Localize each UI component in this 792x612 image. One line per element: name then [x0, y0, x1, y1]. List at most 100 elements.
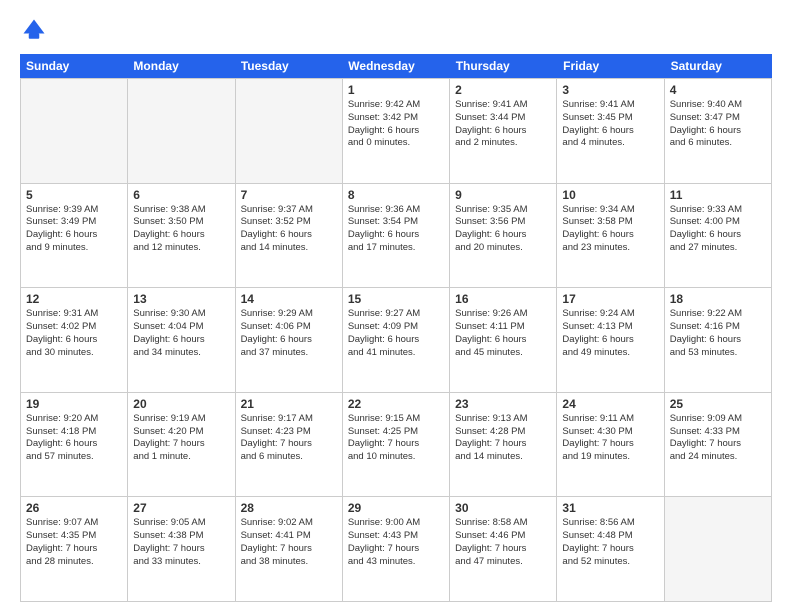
calendar-cell: 31 Sunrise: 8:56 AM Sunset: 4:48 PM Dayli…: [557, 497, 664, 601]
day-number: 30: [455, 501, 551, 515]
calendar-cell: 5Sunrise: 9:39 AM Sunset: 3:49 PM Daylig…: [21, 184, 128, 288]
calendar-row: 19 Sunrise: 9:20 AM Sunset: 4:18 PM Dayli…: [20, 392, 772, 497]
day-number: 20: [133, 397, 229, 411]
calendar-cell: 18 Sunrise: 9:22 AM Sunset: 4:16 PM Dayli…: [665, 288, 772, 392]
calendar-body: 1Sunrise: 9:42 AM Sunset: 3:42 PM Daylig…: [20, 78, 772, 602]
calendar-cell: 16 Sunrise: 9:26 AM Sunset: 4:11 PM Dayli…: [450, 288, 557, 392]
day-info: Sunrise: 9:15 AM Sunset: 4:25 PM Dayligh…: [348, 413, 444, 464]
calendar-row: 12 Sunrise: 9:31 AM Sunset: 4:02 PM Dayli…: [20, 287, 772, 392]
calendar-cell: [665, 497, 772, 601]
calendar-cell: 21 Sunrise: 9:17 AM Sunset: 4:23 PM Dayli…: [236, 393, 343, 497]
day-info: Sunrise: 9:02 AM Sunset: 4:41 PM Dayligh…: [241, 517, 337, 568]
day-number: 26: [26, 501, 122, 515]
day-number: 11: [670, 188, 766, 202]
day-number: 13: [133, 292, 229, 306]
calendar-header: SundayMondayTuesdayWednesdayThursdayFrid…: [20, 54, 772, 78]
day-info: Sunrise: 9:41 AM Sunset: 3:44 PM Dayligh…: [455, 99, 551, 150]
day-number: 23: [455, 397, 551, 411]
calendar-cell: [128, 79, 235, 183]
calendar-cell: 2 Sunrise: 9:41 AM Sunset: 3:44 PM Daylig…: [450, 79, 557, 183]
day-number: 29: [348, 501, 444, 515]
weekday-header: Thursday: [450, 54, 557, 78]
page: SundayMondayTuesdayWednesdayThursdayFrid…: [0, 0, 792, 612]
day-number: 18: [670, 292, 766, 306]
day-info: Sunrise: 9:22 AM Sunset: 4:16 PM Dayligh…: [670, 308, 766, 359]
day-number: 31: [562, 501, 658, 515]
calendar-row: 26 Sunrise: 9:07 AM Sunset: 4:35 PM Dayli…: [20, 496, 772, 602]
calendar-cell: 27Sunrise: 9:05 AM Sunset: 4:38 PM Dayli…: [128, 497, 235, 601]
weekday-header: Sunday: [20, 54, 127, 78]
calendar-cell: 14 Sunrise: 9:29 AM Sunset: 4:06 PM Dayli…: [236, 288, 343, 392]
header: [20, 16, 772, 44]
calendar-cell: 29 Sunrise: 9:00 AM Sunset: 4:43 PM Dayli…: [343, 497, 450, 601]
day-number: 21: [241, 397, 337, 411]
weekday-header: Tuesday: [235, 54, 342, 78]
day-info: Sunrise: 8:56 AM Sunset: 4:48 PM Dayligh…: [562, 517, 658, 568]
calendar-cell: 20 Sunrise: 9:19 AM Sunset: 4:20 PM Dayli…: [128, 393, 235, 497]
day-number: 19: [26, 397, 122, 411]
day-number: 16: [455, 292, 551, 306]
day-number: 6: [133, 188, 229, 202]
day-info: Sunrise: 9:00 AM Sunset: 4:43 PM Dayligh…: [348, 517, 444, 568]
calendar-cell: 11 Sunrise: 9:33 AM Sunset: 4:00 PM Dayli…: [665, 184, 772, 288]
weekday-header: Friday: [557, 54, 664, 78]
day-number: 3: [562, 83, 658, 97]
day-info: Sunrise: 9:40 AM Sunset: 3:47 PM Dayligh…: [670, 99, 766, 150]
calendar-row: 5Sunrise: 9:39 AM Sunset: 3:49 PM Daylig…: [20, 183, 772, 288]
day-number: 14: [241, 292, 337, 306]
day-info: Sunrise: 9:36 AM Sunset: 3:54 PM Dayligh…: [348, 204, 444, 255]
day-info: Sunrise: 9:33 AM Sunset: 4:00 PM Dayligh…: [670, 204, 766, 255]
day-info: Sunrise: 9:30 AM Sunset: 4:04 PM Dayligh…: [133, 308, 229, 359]
day-number: 7: [241, 188, 337, 202]
day-info: Sunrise: 9:29 AM Sunset: 4:06 PM Dayligh…: [241, 308, 337, 359]
calendar-cell: 4 Sunrise: 9:40 AM Sunset: 3:47 PM Daylig…: [665, 79, 772, 183]
calendar-cell: 7 Sunrise: 9:37 AM Sunset: 3:52 PM Daylig…: [236, 184, 343, 288]
logo-icon: [20, 16, 48, 44]
calendar-cell: 17Sunrise: 9:24 AM Sunset: 4:13 PM Dayli…: [557, 288, 664, 392]
calendar-cell: 8 Sunrise: 9:36 AM Sunset: 3:54 PM Daylig…: [343, 184, 450, 288]
calendar-cell: 25Sunrise: 9:09 AM Sunset: 4:33 PM Dayli…: [665, 393, 772, 497]
day-info: Sunrise: 9:31 AM Sunset: 4:02 PM Dayligh…: [26, 308, 122, 359]
day-info: Sunrise: 9:19 AM Sunset: 4:20 PM Dayligh…: [133, 413, 229, 464]
calendar-cell: 26 Sunrise: 9:07 AM Sunset: 4:35 PM Dayli…: [21, 497, 128, 601]
day-number: 8: [348, 188, 444, 202]
day-info: Sunrise: 8:58 AM Sunset: 4:46 PM Dayligh…: [455, 517, 551, 568]
day-info: Sunrise: 9:24 AM Sunset: 4:13 PM Dayligh…: [562, 308, 658, 359]
day-number: 12: [26, 292, 122, 306]
day-info: Sunrise: 9:11 AM Sunset: 4:30 PM Dayligh…: [562, 413, 658, 464]
day-info: Sunrise: 9:20 AM Sunset: 4:18 PM Dayligh…: [26, 413, 122, 464]
day-info: Sunrise: 9:07 AM Sunset: 4:35 PM Dayligh…: [26, 517, 122, 568]
calendar-cell: 23 Sunrise: 9:13 AM Sunset: 4:28 PM Dayli…: [450, 393, 557, 497]
day-number: 10: [562, 188, 658, 202]
day-number: 27: [133, 501, 229, 515]
calendar-cell: 1Sunrise: 9:42 AM Sunset: 3:42 PM Daylig…: [343, 79, 450, 183]
day-number: 22: [348, 397, 444, 411]
day-number: 4: [670, 83, 766, 97]
calendar-row: 1Sunrise: 9:42 AM Sunset: 3:42 PM Daylig…: [20, 78, 772, 183]
calendar-cell: 12 Sunrise: 9:31 AM Sunset: 4:02 PM Dayli…: [21, 288, 128, 392]
calendar-cell: 13 Sunrise: 9:30 AM Sunset: 4:04 PM Dayli…: [128, 288, 235, 392]
day-info: Sunrise: 9:41 AM Sunset: 3:45 PM Dayligh…: [562, 99, 658, 150]
day-info: Sunrise: 9:39 AM Sunset: 3:49 PM Dayligh…: [26, 204, 122, 255]
day-info: Sunrise: 9:17 AM Sunset: 4:23 PM Dayligh…: [241, 413, 337, 464]
day-number: 9: [455, 188, 551, 202]
day-number: 24: [562, 397, 658, 411]
calendar: SundayMondayTuesdayWednesdayThursdayFrid…: [20, 54, 772, 602]
calendar-cell: 3 Sunrise: 9:41 AM Sunset: 3:45 PM Daylig…: [557, 79, 664, 183]
day-info: Sunrise: 9:13 AM Sunset: 4:28 PM Dayligh…: [455, 413, 551, 464]
calendar-cell: 30 Sunrise: 8:58 AM Sunset: 4:46 PM Dayli…: [450, 497, 557, 601]
calendar-cell: 6Sunrise: 9:38 AM Sunset: 3:50 PM Daylig…: [128, 184, 235, 288]
day-number: 2: [455, 83, 551, 97]
day-number: 1: [348, 83, 444, 97]
day-info: Sunrise: 9:27 AM Sunset: 4:09 PM Dayligh…: [348, 308, 444, 359]
day-info: Sunrise: 9:37 AM Sunset: 3:52 PM Dayligh…: [241, 204, 337, 255]
calendar-cell: [21, 79, 128, 183]
calendar-cell: 15Sunrise: 9:27 AM Sunset: 4:09 PM Dayli…: [343, 288, 450, 392]
calendar-cell: 9Sunrise: 9:35 AM Sunset: 3:56 PM Daylig…: [450, 184, 557, 288]
calendar-cell: 10 Sunrise: 9:34 AM Sunset: 3:58 PM Dayli…: [557, 184, 664, 288]
weekday-header: Saturday: [665, 54, 772, 78]
calendar-cell: 19 Sunrise: 9:20 AM Sunset: 4:18 PM Dayli…: [21, 393, 128, 497]
day-info: Sunrise: 9:34 AM Sunset: 3:58 PM Dayligh…: [562, 204, 658, 255]
day-info: Sunrise: 9:26 AM Sunset: 4:11 PM Dayligh…: [455, 308, 551, 359]
day-number: 25: [670, 397, 766, 411]
